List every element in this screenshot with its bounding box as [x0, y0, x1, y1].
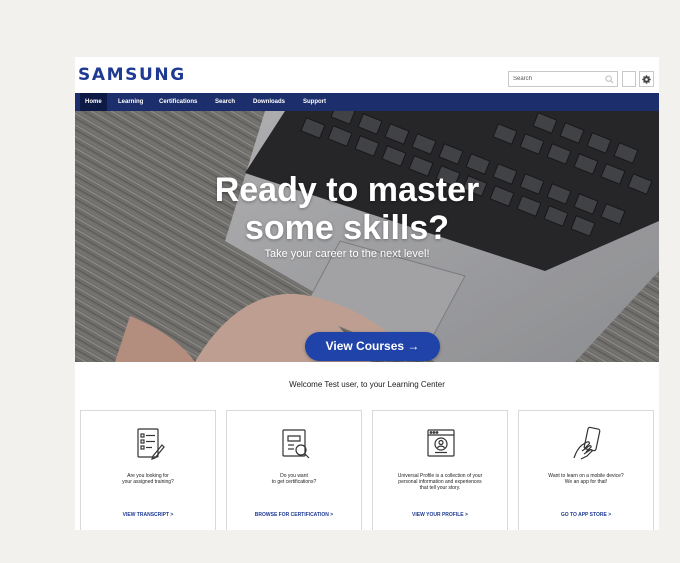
hero-subtitle: Take your career to the next level! — [264, 248, 430, 260]
nav-search[interactable]: Search — [215, 93, 235, 111]
app-store-link[interactable]: GO TO APP STORE > — [519, 512, 653, 518]
card-description: Are you looking for your assigned traini… — [122, 473, 174, 485]
card-assigned-training: Are you looking for your assigned traini… — [80, 410, 216, 530]
card-description: Do you want to get certifications? — [271, 473, 317, 485]
card-description: Universal Profile is a collection of you… — [397, 473, 483, 491]
browse-certification-link[interactable]: BROWSE FOR CERTIFICATION > — [227, 512, 361, 518]
view-transcript-link[interactable]: VIEW TRANSCRIPT > — [81, 512, 215, 518]
nav-home[interactable]: Home — [80, 93, 107, 111]
search-input[interactable] — [513, 73, 601, 85]
view-profile-link[interactable]: VIEW YOUR PROFILE > — [373, 512, 507, 518]
search-box[interactable] — [508, 71, 618, 87]
card-universal-profile: Universal Profile is a collection of you… — [372, 410, 508, 530]
profile-window-icon — [427, 429, 455, 457]
mobile-device-icon — [573, 426, 601, 460]
card-certifications: Do you want to get certifications? BROWS… — [226, 410, 362, 530]
certificate-search-icon — [282, 429, 310, 459]
nav-support[interactable]: Support — [303, 93, 326, 111]
samsung-logo[interactable]: SAMSUNG — [78, 65, 186, 85]
welcome-message: Welcome Test user, to your Learning Cent… — [289, 380, 445, 389]
hero-title: Ready to master some skills? — [214, 171, 480, 247]
search-icon[interactable] — [605, 75, 614, 84]
nav-certifications[interactable]: Certifications — [159, 93, 197, 111]
card-description: Want to learn on a mobile device? We an … — [548, 473, 624, 485]
learning-center-page: SAMSUNG Home Learning C — [75, 57, 659, 530]
checklist-icon — [137, 428, 165, 460]
card-mobile-app: Want to learn on a mobile device? We an … — [518, 410, 654, 530]
notifications-button[interactable] — [622, 71, 636, 87]
view-courses-button[interactable]: View Courses → — [305, 332, 440, 361]
header: SAMSUNG — [75, 57, 659, 93]
nav-learning[interactable]: Learning — [118, 93, 143, 111]
hero-banner: Ready to master some skills? Take your c… — [75, 111, 659, 362]
settings-button[interactable] — [639, 71, 654, 87]
gear-icon — [642, 75, 651, 84]
nav-downloads[interactable]: Downloads — [253, 93, 285, 111]
main-navigation: Home Learning Certifications Search Down… — [75, 93, 659, 111]
